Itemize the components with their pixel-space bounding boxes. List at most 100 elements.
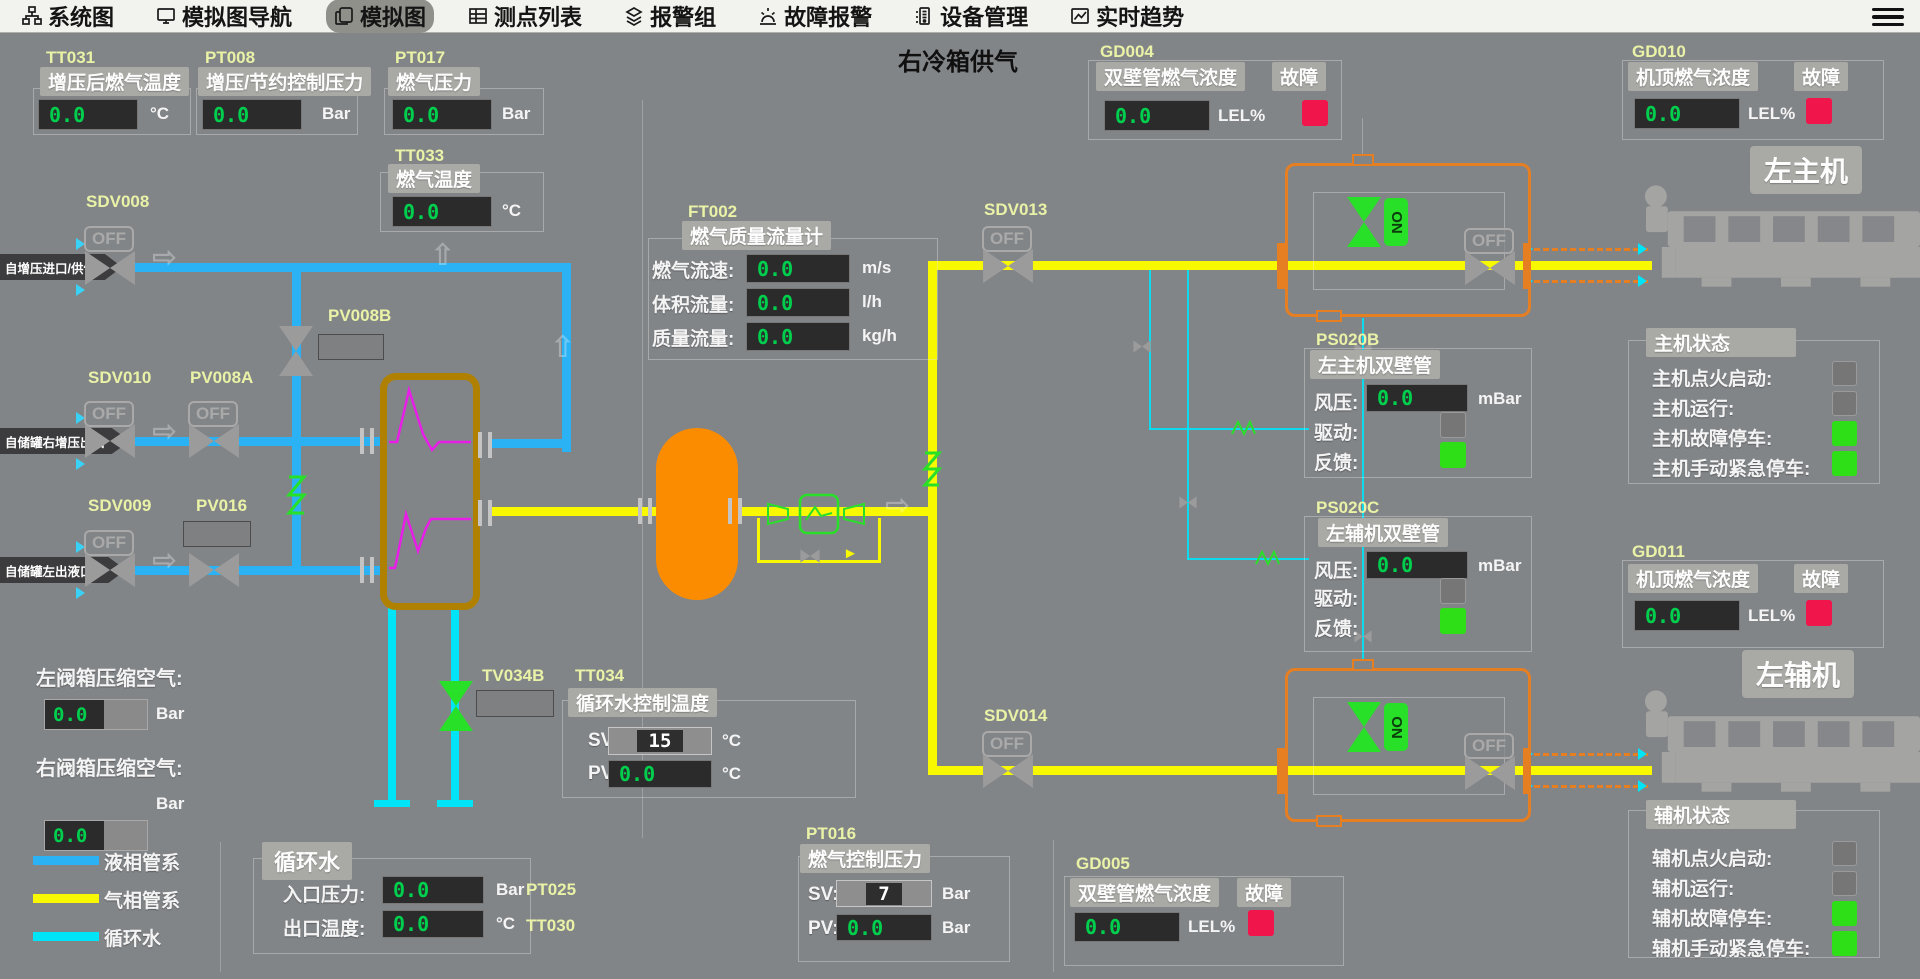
valve-setpoint-box[interactable] xyxy=(318,334,384,360)
value-display: 0.0 xyxy=(38,99,138,130)
page-title: 右冷箱供气 xyxy=(898,42,1018,77)
valve-tv034b[interactable] xyxy=(438,680,474,732)
row-label: 驱动: xyxy=(1314,418,1358,445)
legend-swatch-gas xyxy=(33,894,99,903)
valve-sdv013[interactable] xyxy=(982,248,1034,284)
menu-item-system-diagram[interactable]: 系统图 xyxy=(14,0,122,33)
spring-symbol xyxy=(1230,418,1256,438)
value-display: 0.0 xyxy=(746,322,850,351)
instrument-name: 机顶燃气浓度 xyxy=(1628,564,1758,593)
divider xyxy=(1053,840,1054,972)
unit-label: Bar xyxy=(156,794,184,814)
valve-pv016[interactable] xyxy=(188,552,240,588)
menu-bar: 系统图 模拟图导航 模拟图 测点列表 报警组 故障报警 设备管理 实时趋势 xyxy=(0,0,1920,33)
valve-sdv008[interactable] xyxy=(84,250,136,286)
valve-tag: SDV013 xyxy=(984,200,1047,220)
row-label: SV: xyxy=(808,884,839,906)
menu-item-label: 故障报警 xyxy=(784,0,872,32)
value-display: 0.0 xyxy=(836,914,932,941)
row-label: 质量流量: xyxy=(652,324,734,351)
unit-label: °C xyxy=(150,104,169,124)
row-label: 风压: xyxy=(1314,388,1358,415)
menu-item-fault-alarm[interactable]: 故障报警 xyxy=(750,0,880,33)
double-wall-jacket xyxy=(1534,248,1648,251)
valve-pv008b[interactable] xyxy=(278,325,314,377)
hmi-screen: 系统图 模拟图导航 模拟图 测点列表 报警组 故障报警 设备管理 实时趋势 xyxy=(0,0,1920,979)
unit-label: LEL% xyxy=(1188,917,1235,937)
value-display: 0.0 xyxy=(746,254,850,283)
status-label: 辅机手动紧急停车: xyxy=(1652,934,1810,961)
gas-vessel[interactable] xyxy=(656,428,738,600)
valve-setpoint-box[interactable] xyxy=(476,690,554,717)
status-label: 辅机故障停车: xyxy=(1652,904,1772,931)
instrument-tag: PT025 xyxy=(526,880,576,900)
value-display: 0.0 xyxy=(1366,551,1468,579)
instrument-name: 循环水控制温度 xyxy=(568,688,717,717)
flow-element xyxy=(766,492,866,541)
dw-coupling xyxy=(1277,243,1285,289)
alarm-siren-icon xyxy=(758,6,778,26)
row-label: 反馈: xyxy=(1314,614,1358,641)
menu-item-alarm-group[interactable]: 报警组 xyxy=(616,0,724,33)
unit-label: LEL% xyxy=(1748,104,1795,124)
valve-setpoint-box[interactable] xyxy=(183,521,251,547)
double-wall-jacket xyxy=(1534,280,1648,283)
instrument-tag: TT030 xyxy=(526,916,575,936)
mini-valve-icon xyxy=(1133,340,1151,353)
valve-tag: PV016 xyxy=(196,496,247,516)
hierarchy-icon xyxy=(22,6,42,26)
hamburger-menu-icon[interactable] xyxy=(1872,8,1904,26)
panel-title: 主机状态 xyxy=(1646,328,1796,357)
fault-label: 故障 xyxy=(1794,62,1848,91)
instrument-name: 燃气温度 xyxy=(388,164,480,193)
instrument-tag: PT017 xyxy=(395,48,445,68)
feedback-indicator xyxy=(1440,608,1466,634)
valve-pv008a[interactable] xyxy=(188,423,240,459)
unit-label: Bar xyxy=(942,918,970,938)
pipe-liquid-supply xyxy=(68,263,566,272)
valve-sdv009[interactable] xyxy=(84,552,136,588)
value-display: 0.0 xyxy=(746,288,850,317)
menu-item-sim-navigation[interactable]: 模拟图导航 xyxy=(148,0,300,33)
menu-item-device-mgmt[interactable]: 设备管理 xyxy=(906,0,1036,33)
legend-label: 液相管系 xyxy=(104,848,180,875)
unit-label: mBar xyxy=(1478,389,1521,409)
valve-main-dw-on[interactable] xyxy=(1346,196,1382,248)
status-label: 主机故障停车: xyxy=(1652,424,1772,451)
coupling xyxy=(360,557,374,583)
menu-item-point-list[interactable]: 测点列表 xyxy=(460,0,590,33)
monitor-icon xyxy=(156,6,176,26)
row-label: 右阀箱压缩空气: xyxy=(36,752,183,781)
valve-sdv010[interactable] xyxy=(84,423,136,459)
inlet-marker xyxy=(76,587,85,599)
valve-aux-dw-off[interactable] xyxy=(1464,755,1516,791)
pipe-liquid-bypass xyxy=(292,267,301,570)
heat-exchanger[interactable] xyxy=(380,373,480,610)
instrument-tag: PS020C xyxy=(1316,498,1379,518)
instrument-name: 左辅机双壁管 xyxy=(1318,518,1448,547)
legend-label: 气相管系 xyxy=(104,886,180,913)
valve-main-dw-off[interactable] xyxy=(1464,250,1516,286)
pages-icon xyxy=(334,6,354,26)
instrument-tag: PS020B xyxy=(1316,330,1379,350)
pipe-gas-hx-vessel xyxy=(490,507,660,516)
drive-indicator xyxy=(1440,412,1466,438)
menu-item-realtime-trend[interactable]: 实时趋势 xyxy=(1062,0,1192,33)
valve-tag: TV034B xyxy=(482,666,544,686)
engine-main-silhouette xyxy=(1642,183,1920,304)
engine-aux-silhouette xyxy=(1642,688,1920,809)
valve-aux-dw-on[interactable] xyxy=(1346,701,1382,753)
row-label: 体积流量: xyxy=(652,290,734,317)
row-label: 左阀箱压缩空气: xyxy=(36,662,183,691)
menu-item-sim-diagram[interactable]: 模拟图 xyxy=(326,0,434,33)
pipe-gas-bypass xyxy=(878,518,881,562)
status-label: 辅机点火启动: xyxy=(1652,844,1772,871)
value-display: 0.0 xyxy=(392,196,492,227)
status-indicator xyxy=(1832,841,1857,866)
value-display: 0.0 xyxy=(1634,600,1740,631)
setpoint-input[interactable]: 15 xyxy=(608,727,712,755)
legend-label: 循环水 xyxy=(104,924,161,951)
row-label: PV: xyxy=(808,918,839,940)
setpoint-input[interactable]: 7 xyxy=(836,880,932,907)
valve-sdv014[interactable] xyxy=(982,753,1034,789)
